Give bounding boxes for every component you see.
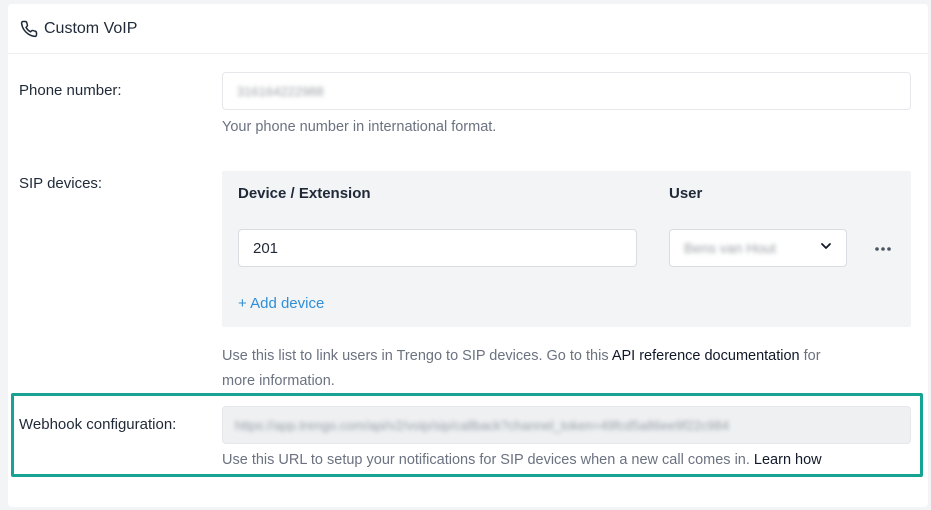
- phone-number-label: Phone number:: [19, 82, 122, 99]
- sip-devices-help: Use this list to link users in Trengo to…: [222, 344, 822, 394]
- phone-number-help: Your phone number in international forma…: [222, 119, 497, 135]
- page-title: Custom VoIP: [44, 19, 138, 37]
- device-extension-input[interactable]: 201: [238, 229, 637, 267]
- chevron-down-icon: [820, 239, 832, 257]
- webhook-url-input[interactable]: https://app.trengo.com/api/v2/voip/sip/c…: [222, 406, 911, 444]
- column-header-user: User: [669, 185, 703, 202]
- column-header-device: Device / Extension: [238, 185, 371, 202]
- add-device-button[interactable]: + Add device: [238, 295, 324, 312]
- user-select-value: Bens van Hout: [684, 240, 776, 256]
- phone-number-value: 316164222988: [237, 83, 324, 99]
- user-select[interactable]: Bens van Hout: [669, 229, 847, 267]
- sip-help-text: Use this list to link users in Trengo to…: [222, 348, 612, 364]
- webhook-url-value: https://app.trengo.com/api/v2/voip/sip/c…: [235, 417, 729, 433]
- sip-devices-label: SIP devices:: [19, 175, 103, 192]
- sip-devices-panel: Device / Extension User 201 Bens van Hou…: [222, 171, 911, 327]
- learn-how-link[interactable]: Learn how: [754, 452, 822, 468]
- api-reference-link[interactable]: API reference documentation: [612, 348, 800, 364]
- webhook-configuration-label: Webhook configuration:: [19, 416, 177, 433]
- voip-settings-card: Custom VoIP Phone number: 316164222988 Y…: [8, 4, 928, 507]
- phone-icon: [20, 20, 38, 38]
- more-options-icon[interactable]: [874, 239, 892, 257]
- webhook-help: Use this URL to setup your notifications…: [222, 452, 822, 468]
- phone-number-input[interactable]: 316164222988: [222, 72, 911, 110]
- webhook-help-text: Use this URL to setup your notifications…: [222, 452, 754, 468]
- device-extension-value: 201: [253, 239, 279, 257]
- card-header: Custom VoIP: [8, 4, 928, 54]
